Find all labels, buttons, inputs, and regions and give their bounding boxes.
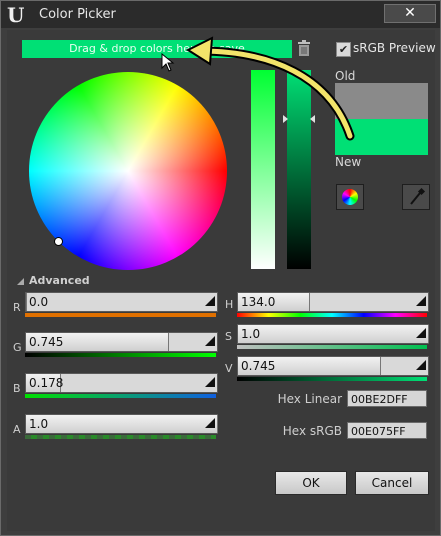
expand-corner-icon bbox=[205, 336, 215, 346]
r-label: R bbox=[13, 301, 21, 314]
g-label: G bbox=[13, 341, 22, 354]
color-wheel-marker[interactable] bbox=[54, 237, 63, 246]
expand-corner-icon bbox=[205, 296, 215, 306]
title-bar[interactable]: U Color Picker ✕ bbox=[1, 1, 440, 28]
unreal-logo-icon: U bbox=[7, 3, 25, 27]
g-gradient-strip bbox=[25, 353, 216, 357]
new-color-label: New bbox=[335, 155, 362, 169]
eyedropper-button[interactable] bbox=[402, 184, 430, 210]
expand-corner-icon bbox=[416, 360, 426, 370]
hex-linear-input[interactable]: 00BE2DFF bbox=[347, 390, 427, 407]
eyedropper-icon bbox=[410, 187, 426, 205]
b-label: B bbox=[13, 382, 21, 395]
g-value-slider[interactable]: 0.745 bbox=[25, 332, 218, 352]
r-value: 0.0 bbox=[29, 295, 49, 309]
advanced-section-label[interactable]: Advanced bbox=[29, 274, 90, 287]
slider-fill bbox=[26, 293, 27, 311]
v-gradient-strip bbox=[237, 377, 427, 381]
close-button[interactable]: ✕ bbox=[384, 4, 436, 23]
s-value-slider[interactable]: 1.0 bbox=[237, 324, 429, 344]
a-value: 1.0 bbox=[29, 417, 49, 431]
hex-srgb-input[interactable]: 00E075FF bbox=[347, 422, 427, 439]
hex-srgb-label: Hex sRGB bbox=[282, 424, 342, 438]
s-value: 1.0 bbox=[241, 327, 261, 341]
mouse-cursor-icon bbox=[161, 53, 175, 72]
h-gradient-strip bbox=[237, 313, 427, 317]
ok-button[interactable]: OK bbox=[275, 471, 347, 495]
window-title: Color Picker bbox=[39, 7, 116, 22]
advanced-collapse-icon[interactable] bbox=[17, 278, 24, 285]
v-label: V bbox=[225, 362, 233, 375]
expand-corner-icon bbox=[205, 418, 215, 428]
h-label: H bbox=[225, 298, 234, 311]
expand-corner-icon bbox=[416, 296, 426, 306]
s-label: S bbox=[225, 330, 232, 343]
slider-fill bbox=[238, 325, 429, 343]
b-value-slider[interactable]: 0.178 bbox=[25, 373, 218, 393]
a-label: A bbox=[13, 423, 21, 436]
h-value: 134.0 bbox=[241, 295, 276, 309]
drag-hint-arrow-icon bbox=[185, 36, 355, 141]
b-gradient-strip bbox=[25, 394, 216, 398]
r-gradient-strip bbox=[25, 313, 216, 317]
a-value-slider[interactable]: 1.0 bbox=[25, 414, 218, 434]
r-value-slider[interactable]: 0.0 bbox=[25, 292, 218, 312]
cancel-button[interactable]: Cancel bbox=[355, 471, 429, 495]
srgb-preview-label: sRGB Preview bbox=[353, 41, 436, 55]
hex-linear-label: Hex Linear bbox=[277, 392, 342, 406]
s-gradient-strip bbox=[237, 345, 427, 349]
a-gradient-strip bbox=[25, 435, 216, 439]
slider-fill bbox=[26, 415, 218, 433]
h-value-slider[interactable]: 134.0 bbox=[237, 292, 429, 312]
g-value: 0.745 bbox=[29, 335, 64, 349]
expand-corner-icon bbox=[416, 328, 426, 338]
b-value: 0.178 bbox=[29, 376, 64, 390]
v-value: 0.745 bbox=[241, 359, 276, 373]
expand-corner-icon bbox=[205, 377, 215, 387]
v-value-slider[interactable]: 0.745 bbox=[237, 356, 429, 376]
color-wheel-icon bbox=[342, 189, 358, 205]
color-wheel-mode-button[interactable] bbox=[336, 184, 364, 210]
